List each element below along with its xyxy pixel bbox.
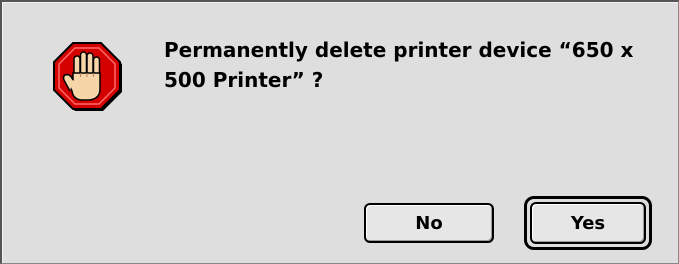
no-button[interactable]: No xyxy=(364,203,494,243)
dialog-message: Permanently delete printer device “650 x… xyxy=(164,38,634,92)
stop-hand-icon xyxy=(48,39,124,115)
yes-button[interactable]: Yes xyxy=(530,202,646,244)
alert-dialog: Permanently delete printer device “650 x… xyxy=(0,0,679,264)
